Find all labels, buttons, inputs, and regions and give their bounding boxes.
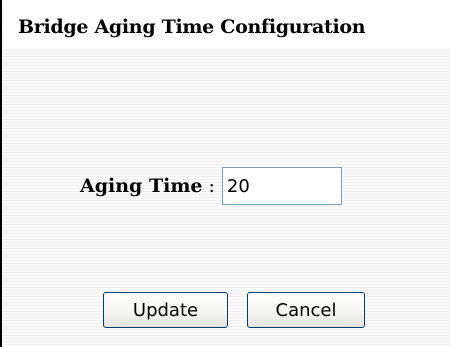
- page-title: Bridge Aging Time Configuration: [18, 16, 366, 38]
- config-panel: Bridge Aging Time Configuration Aging Ti…: [0, 0, 450, 347]
- update-button[interactable]: Update: [103, 292, 228, 328]
- aging-time-row: Aging Time :: [80, 166, 342, 206]
- title-bar: Bridge Aging Time Configuration: [4, 0, 450, 48]
- aging-time-input[interactable]: [221, 167, 342, 205]
- aging-time-label: Aging Time: [80, 175, 203, 197]
- cancel-button[interactable]: Cancel: [247, 292, 365, 328]
- label-colon: :: [208, 175, 215, 197]
